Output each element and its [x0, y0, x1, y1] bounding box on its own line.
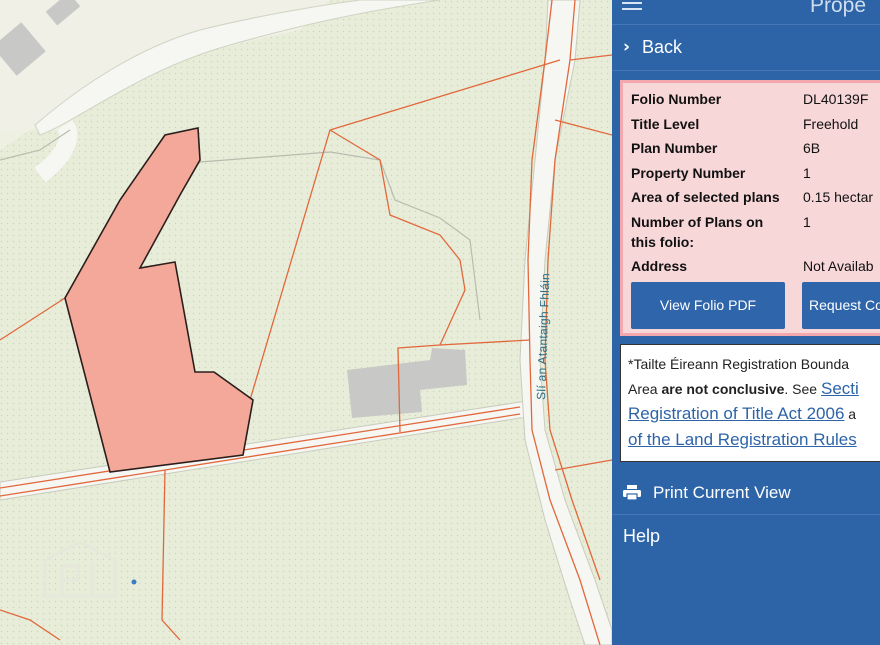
back-label: Back: [642, 37, 683, 57]
address-label: Address: [631, 258, 688, 274]
registration-act-link[interactable]: Registration of Title Act 2006: [628, 404, 844, 423]
plans-count-value: 1: [803, 214, 811, 230]
property-number-value: 1: [803, 165, 811, 181]
folio-number-value: DL40139F: [803, 91, 869, 107]
panel-title: Prope: [810, 0, 867, 17]
section-link[interactable]: Secti: [821, 379, 859, 398]
map-point[interactable]: [131, 579, 137, 585]
print-current-view-button[interactable]: Print Current View: [612, 470, 880, 515]
back-button[interactable]: › Back: [612, 26, 880, 71]
panel-header: Prope: [612, 0, 880, 25]
land-registration-rules-link[interactable]: of the Land Registration Rules: [628, 430, 857, 449]
disclaimer-bold: are not conclusive: [661, 381, 785, 397]
help-label: Help: [623, 526, 661, 546]
area-value: 0.15 hectar: [803, 189, 874, 205]
disclaimer-line-4: of the Land Registration Rules: [628, 430, 857, 450]
disclaimer-text: Area: [628, 381, 662, 397]
plans-count-label-cont: this folio:: [631, 234, 694, 250]
chevron-right-icon: ›: [623, 37, 631, 57]
address-value: Not Availab: [803, 258, 874, 274]
request-copy-button[interactable]: Request Co: [802, 282, 880, 329]
view-folio-pdf-button[interactable]: View Folio PDF: [631, 282, 785, 329]
menu-icon[interactable]: [622, 2, 642, 16]
help-button[interactable]: Help: [612, 515, 880, 559]
folio-number-label: Folio Number: [631, 91, 722, 107]
plan-number-value: 6B: [803, 140, 821, 156]
property-number-label: Property Number: [631, 165, 746, 181]
print-label: Print Current View: [653, 483, 791, 502]
disclaimer-line-1: *Tailte Éireann Registration Bounda: [628, 356, 850, 372]
plans-count-label: Number of Plans on: [631, 214, 764, 230]
disclaimer-text: a: [844, 406, 857, 422]
title-level-value: Freehold: [803, 116, 859, 132]
disclaimer-text: . See: [784, 381, 821, 397]
map-view[interactable]: Slí an Atantaigh Fhláin: [0, 0, 612, 645]
printer-icon: [623, 485, 641, 500]
title-level-label: Title Level: [631, 116, 700, 132]
folio-info-box: Folio Number DL40139F Title Level Freeho…: [620, 80, 880, 336]
plan-number-label: Plan Number: [631, 140, 718, 156]
disclaimer-line-2: Area are not conclusive. See Secti: [628, 379, 859, 399]
disclaimer-box: *Tailte Éireann Registration Bounda Area…: [620, 344, 880, 462]
side-panel: Prope › Back Folio Number DL40139F Title…: [612, 0, 880, 645]
map-canvas[interactable]: Slí an Atantaigh Fhláin: [0, 0, 612, 645]
area-label: Area of selected plans: [631, 189, 780, 205]
disclaimer-line-3: Registration of Title Act 2006 a: [628, 404, 856, 424]
